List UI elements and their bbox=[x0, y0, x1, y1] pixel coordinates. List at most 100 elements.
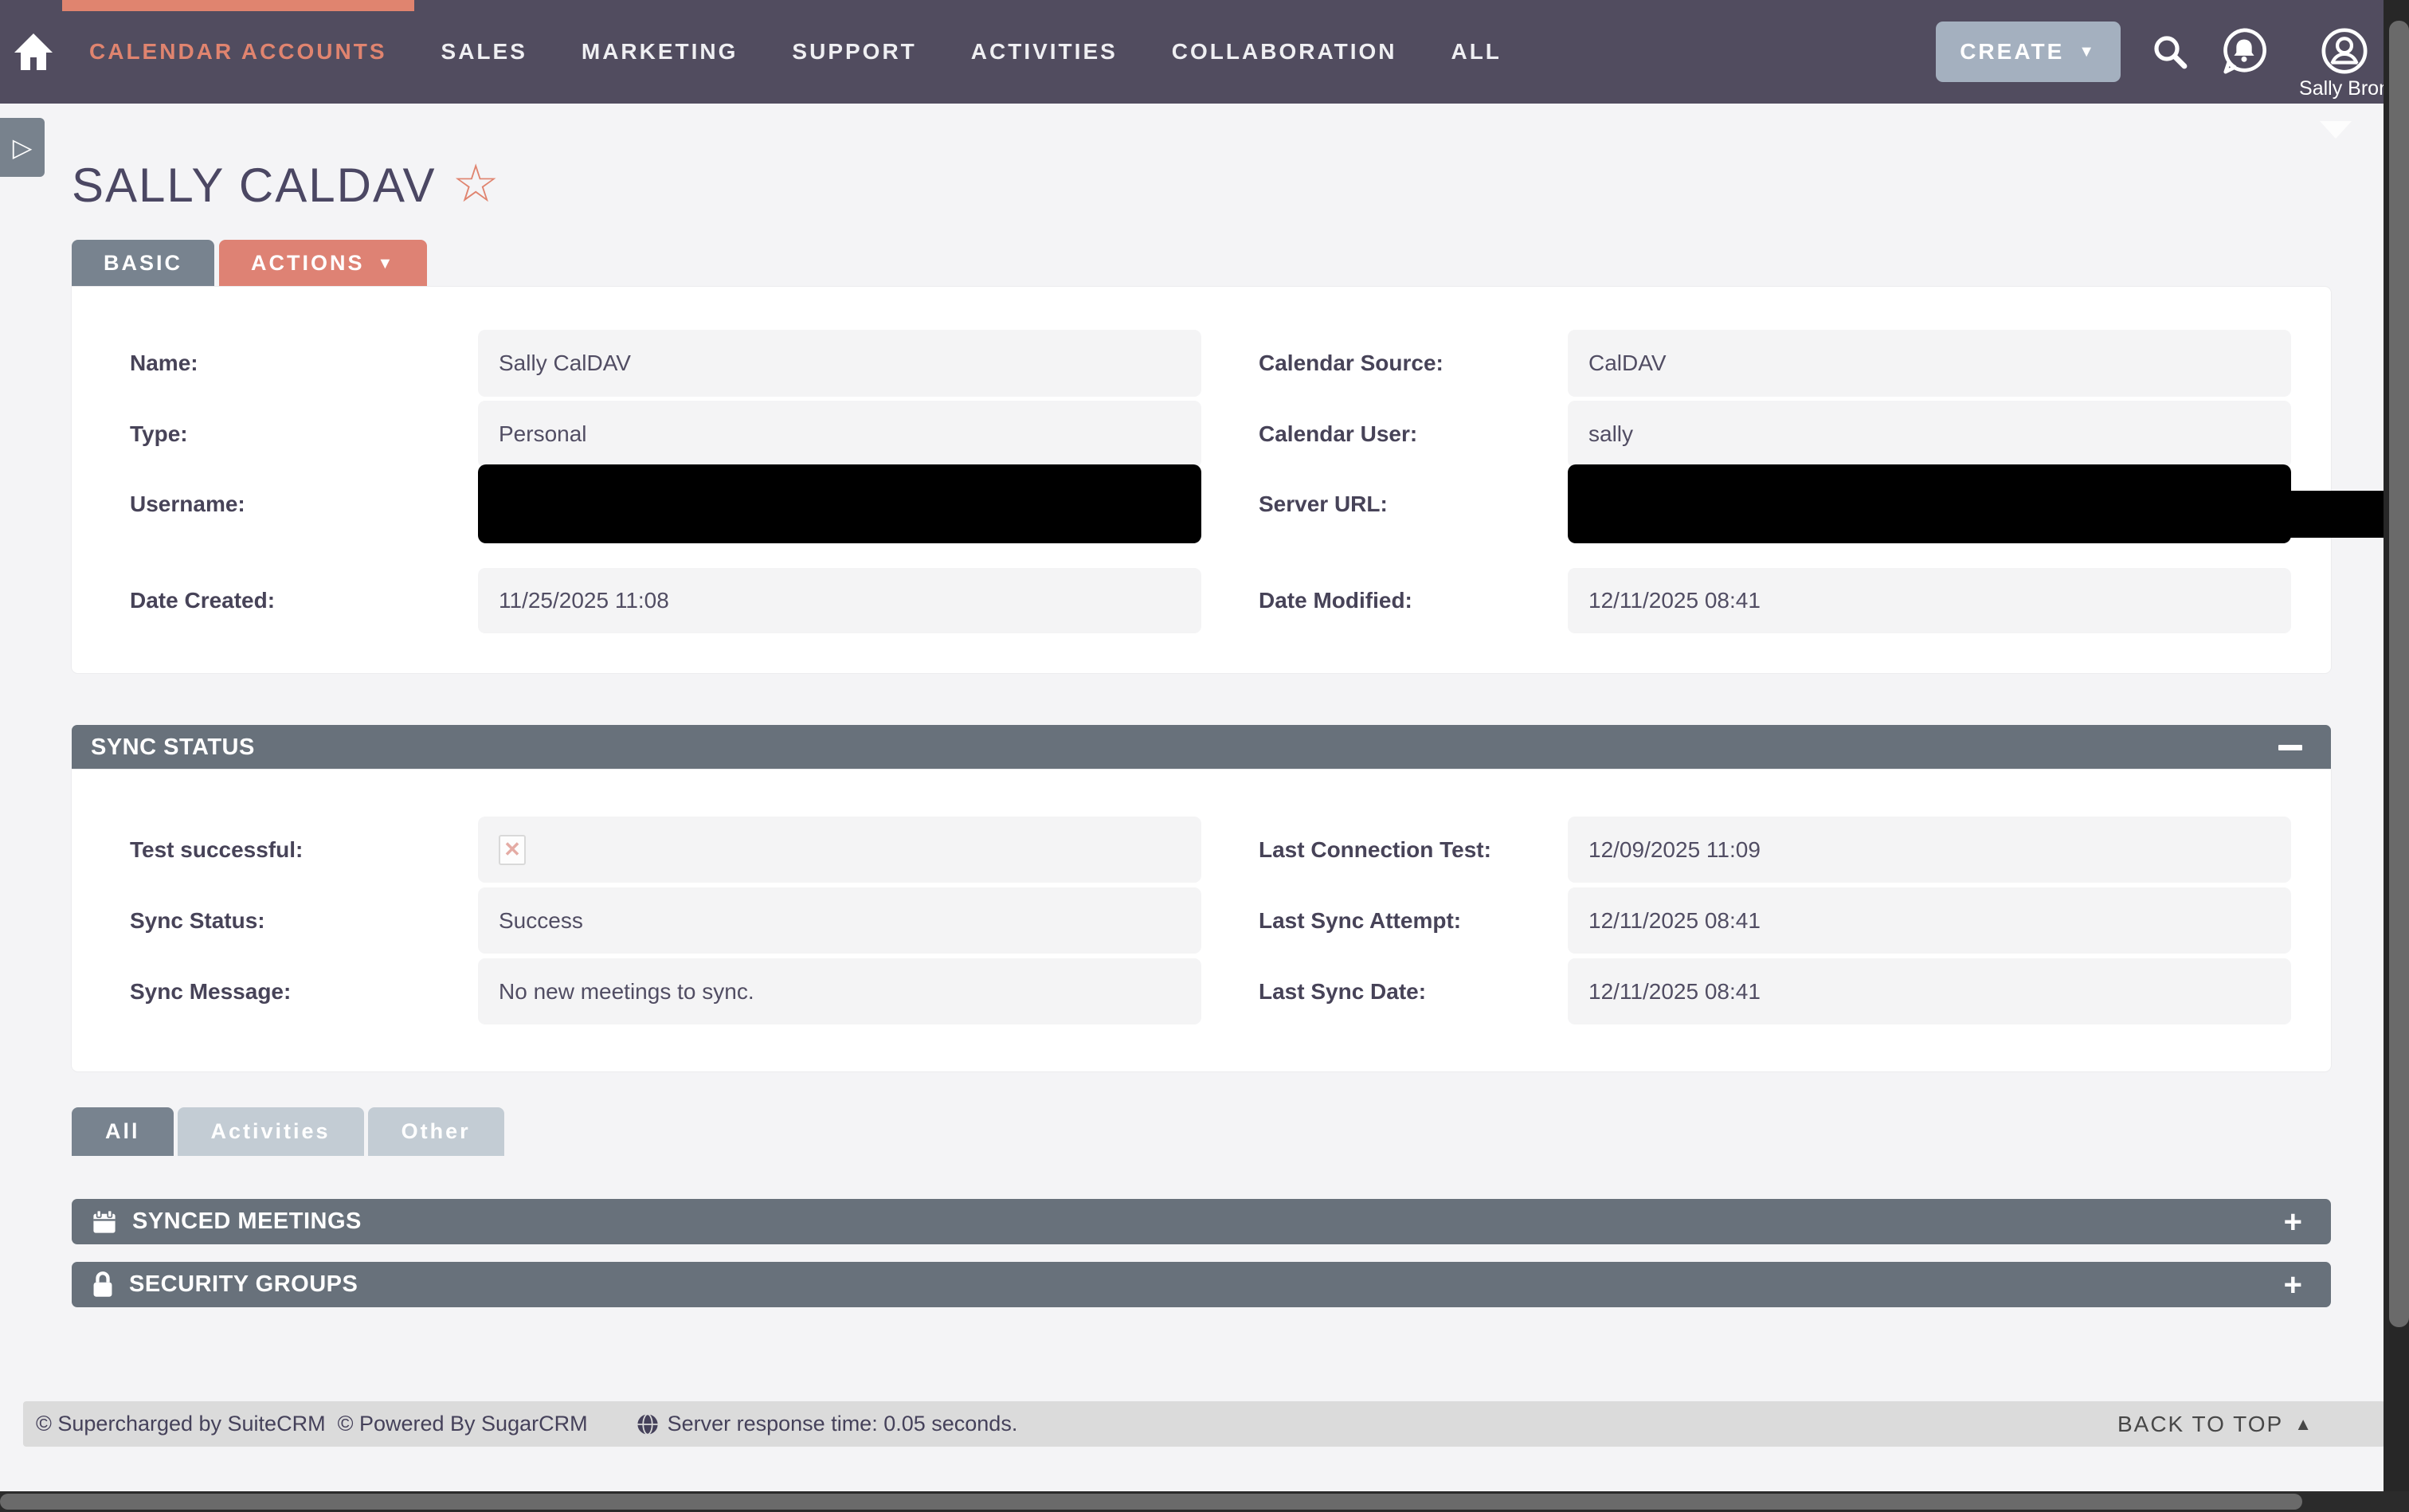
collapsed-dropdown-caret-icon bbox=[2320, 121, 2352, 139]
field-value-last-connection-test: 12/09/2025 11:09 bbox=[1568, 817, 2291, 883]
back-to-top-label: BACK TO TOP bbox=[2117, 1412, 2283, 1437]
chevron-down-icon: ▼ bbox=[378, 256, 396, 272]
sync-row-1: Test successful: ✕ Last Connection Test:… bbox=[72, 817, 2331, 883]
field-value-test-successful: ✕ bbox=[478, 817, 1201, 883]
search-icon bbox=[2151, 33, 2189, 71]
field-label-last-sync-date: Last Sync Date: bbox=[1259, 979, 1568, 1005]
nav-item-collaboration[interactable]: COLLABORATION bbox=[1145, 0, 1424, 104]
notifications-button[interactable] bbox=[2219, 27, 2269, 76]
user-avatar-icon bbox=[2320, 26, 2369, 76]
field-value-date-modified: 12/11/2025 08:41 bbox=[1568, 568, 2291, 633]
field-value-last-sync-attempt: 12/11/2025 08:41 bbox=[1568, 887, 2291, 954]
calendar-icon bbox=[91, 1208, 118, 1236]
nav-item-all[interactable]: ALL bbox=[1424, 0, 1528, 104]
create-button-label: CREATE bbox=[1960, 39, 2064, 65]
search-button[interactable] bbox=[2151, 33, 2189, 71]
field-label-sync-message: Sync Message: bbox=[72, 979, 478, 1005]
field-value-server-url-redacted bbox=[1568, 464, 2291, 543]
actions-label: ACTIONS bbox=[251, 251, 365, 276]
user-menu: Sally Bron bbox=[2299, 26, 2390, 100]
field-label-server-url: Server URL: bbox=[1259, 492, 1568, 517]
nav-item-marketing[interactable]: MARKETING bbox=[554, 0, 766, 104]
sync-row-3: Sync Message: No new meetings to sync. L… bbox=[72, 958, 2331, 1024]
field-label-last-connection-test: Last Connection Test: bbox=[1259, 837, 1568, 863]
field-value-username-redacted bbox=[478, 464, 1201, 543]
server-response-time: Server response time: 0.05 seconds. bbox=[668, 1412, 1018, 1436]
nav-items: CALENDAR ACCOUNTS SALES MARKETING SUPPOR… bbox=[62, 0, 1529, 104]
sugarcrm-credit: © Powered By SugarCRM bbox=[338, 1412, 588, 1436]
collapse-minus-icon[interactable] bbox=[2278, 745, 2302, 750]
caret-up-icon: ▲ bbox=[2294, 1414, 2313, 1435]
suitecrm-detail-view: CALENDAR ACCOUNTS SALES MARKETING SUPPOR… bbox=[0, 0, 2409, 1512]
field-label-name: Name: bbox=[72, 351, 478, 376]
globe-icon bbox=[636, 1412, 660, 1436]
field-value-calendar-source: CalDAV bbox=[1568, 330, 2291, 397]
nav-item-sales[interactable]: SALES bbox=[414, 0, 554, 104]
field-value-last-sync-date: 12/11/2025 08:41 bbox=[1568, 958, 2291, 1024]
field-row-type-user: Type: Personal Calendar User: sally bbox=[72, 401, 2331, 468]
filter-tab-all[interactable]: All bbox=[72, 1107, 174, 1156]
favorite-star-icon[interactable]: ☆ bbox=[452, 157, 499, 210]
chevron-down-icon: ▼ bbox=[2078, 44, 2097, 60]
lock-icon bbox=[91, 1271, 115, 1299]
field-row-dates: Date Created: 11/25/2025 11:08 Date Modi… bbox=[72, 568, 2331, 633]
profile-button[interactable] bbox=[2320, 26, 2369, 76]
current-user-name: Sally Bron bbox=[2299, 77, 2390, 100]
horizontal-scrollbar-thumb[interactable] bbox=[0, 1494, 2302, 1510]
field-label-date-created: Date Created: bbox=[72, 588, 478, 613]
bell-icon bbox=[2219, 27, 2269, 76]
security-groups-title: SECURITY GROUPS bbox=[129, 1271, 358, 1298]
synced-meetings-panel-header[interactable]: SYNCED MEETINGS + bbox=[72, 1199, 2331, 1244]
page-title: SALLY CALDAV bbox=[72, 158, 437, 213]
actions-dropdown-button[interactable]: ACTIONS ▼ bbox=[219, 240, 427, 287]
checkbox-checked-icon: ✕ bbox=[499, 835, 526, 865]
field-value-sync-message: No new meetings to sync. bbox=[478, 958, 1201, 1024]
field-label-date-modified: Date Modified: bbox=[1259, 588, 1568, 613]
tab-basic-label: BASIC bbox=[104, 251, 182, 276]
field-value-sync-status: Success bbox=[478, 887, 1201, 954]
field-label-type: Type: bbox=[72, 421, 478, 447]
sync-row-2: Sync Status: Success Last Sync Attempt: … bbox=[72, 887, 2331, 954]
synced-meetings-title: SYNCED MEETINGS bbox=[132, 1208, 362, 1235]
page-footer: © Supercharged by SuiteCRM © Powered By … bbox=[23, 1401, 2385, 1447]
tab-basic[interactable]: BASIC bbox=[72, 240, 214, 287]
field-value-calendar-user: sally bbox=[1568, 401, 2291, 468]
record-header: SALLY CALDAV ☆ bbox=[72, 158, 499, 213]
nav-right-controls: CREATE ▼ bbox=[1936, 0, 2390, 104]
sync-status-header[interactable]: SYNC STATUS bbox=[72, 725, 2331, 770]
field-label-test-successful: Test successful: bbox=[72, 837, 478, 863]
related-filter-tabs: All Activities Other bbox=[72, 1107, 504, 1156]
field-label-calendar-user: Calendar User: bbox=[1259, 421, 1568, 447]
field-label-sync-status: Sync Status: bbox=[72, 908, 478, 934]
triangle-right-icon: ▷ bbox=[13, 132, 33, 163]
field-value-name: Sally CalDAV bbox=[478, 330, 1201, 397]
view-tabs: BASIC ACTIONS ▼ bbox=[72, 240, 427, 287]
nav-item-calendar-accounts[interactable]: CALENDAR ACCOUNTS bbox=[62, 0, 414, 104]
field-value-date-created: 11/25/2025 11:08 bbox=[478, 568, 1201, 633]
field-value-type: Personal bbox=[478, 401, 1201, 468]
back-to-top-button[interactable]: BACK TO TOP ▲ bbox=[2113, 1411, 2318, 1438]
vertical-scrollbar-thumb[interactable] bbox=[2389, 21, 2409, 1327]
filter-tab-other[interactable]: Other bbox=[368, 1107, 504, 1156]
home-icon bbox=[13, 32, 54, 72]
field-label-username: Username: bbox=[72, 492, 478, 517]
nav-item-support[interactable]: SUPPORT bbox=[765, 0, 943, 104]
field-label-last-sync-attempt: Last Sync Attempt: bbox=[1259, 908, 1568, 934]
filter-tab-activities[interactable]: Activities bbox=[178, 1107, 364, 1156]
expand-plus-icon[interactable]: + bbox=[2284, 1206, 2302, 1238]
field-row-name-source: Name: Sally CalDAV Calendar Source: CalD… bbox=[72, 330, 2331, 397]
create-button[interactable]: CREATE ▼ bbox=[1936, 22, 2121, 82]
expand-plus-icon[interactable]: + bbox=[2284, 1269, 2302, 1301]
sidebar-expand-button[interactable]: ▷ bbox=[0, 118, 45, 177]
top-navbar: CALENDAR ACCOUNTS SALES MARKETING SUPPOR… bbox=[0, 0, 2409, 104]
field-row-username-url: Username: Server URL: bbox=[72, 464, 2331, 543]
nav-item-activities[interactable]: ACTIVITIES bbox=[944, 0, 1145, 104]
sync-status-title: SYNC STATUS bbox=[91, 734, 255, 761]
suitecrm-credit: © Supercharged by SuiteCRM bbox=[36, 1412, 326, 1436]
sync-status-panel: Test successful: ✕ Last Connection Test:… bbox=[72, 770, 2331, 1071]
security-groups-panel-header[interactable]: SECURITY GROUPS + bbox=[72, 1262, 2331, 1307]
home-button[interactable] bbox=[5, 0, 62, 104]
horizontal-scrollbar-track[interactable] bbox=[0, 1491, 2409, 1512]
field-label-calendar-source: Calendar Source: bbox=[1259, 351, 1568, 376]
vertical-scrollbar-track[interactable] bbox=[2384, 0, 2409, 1512]
